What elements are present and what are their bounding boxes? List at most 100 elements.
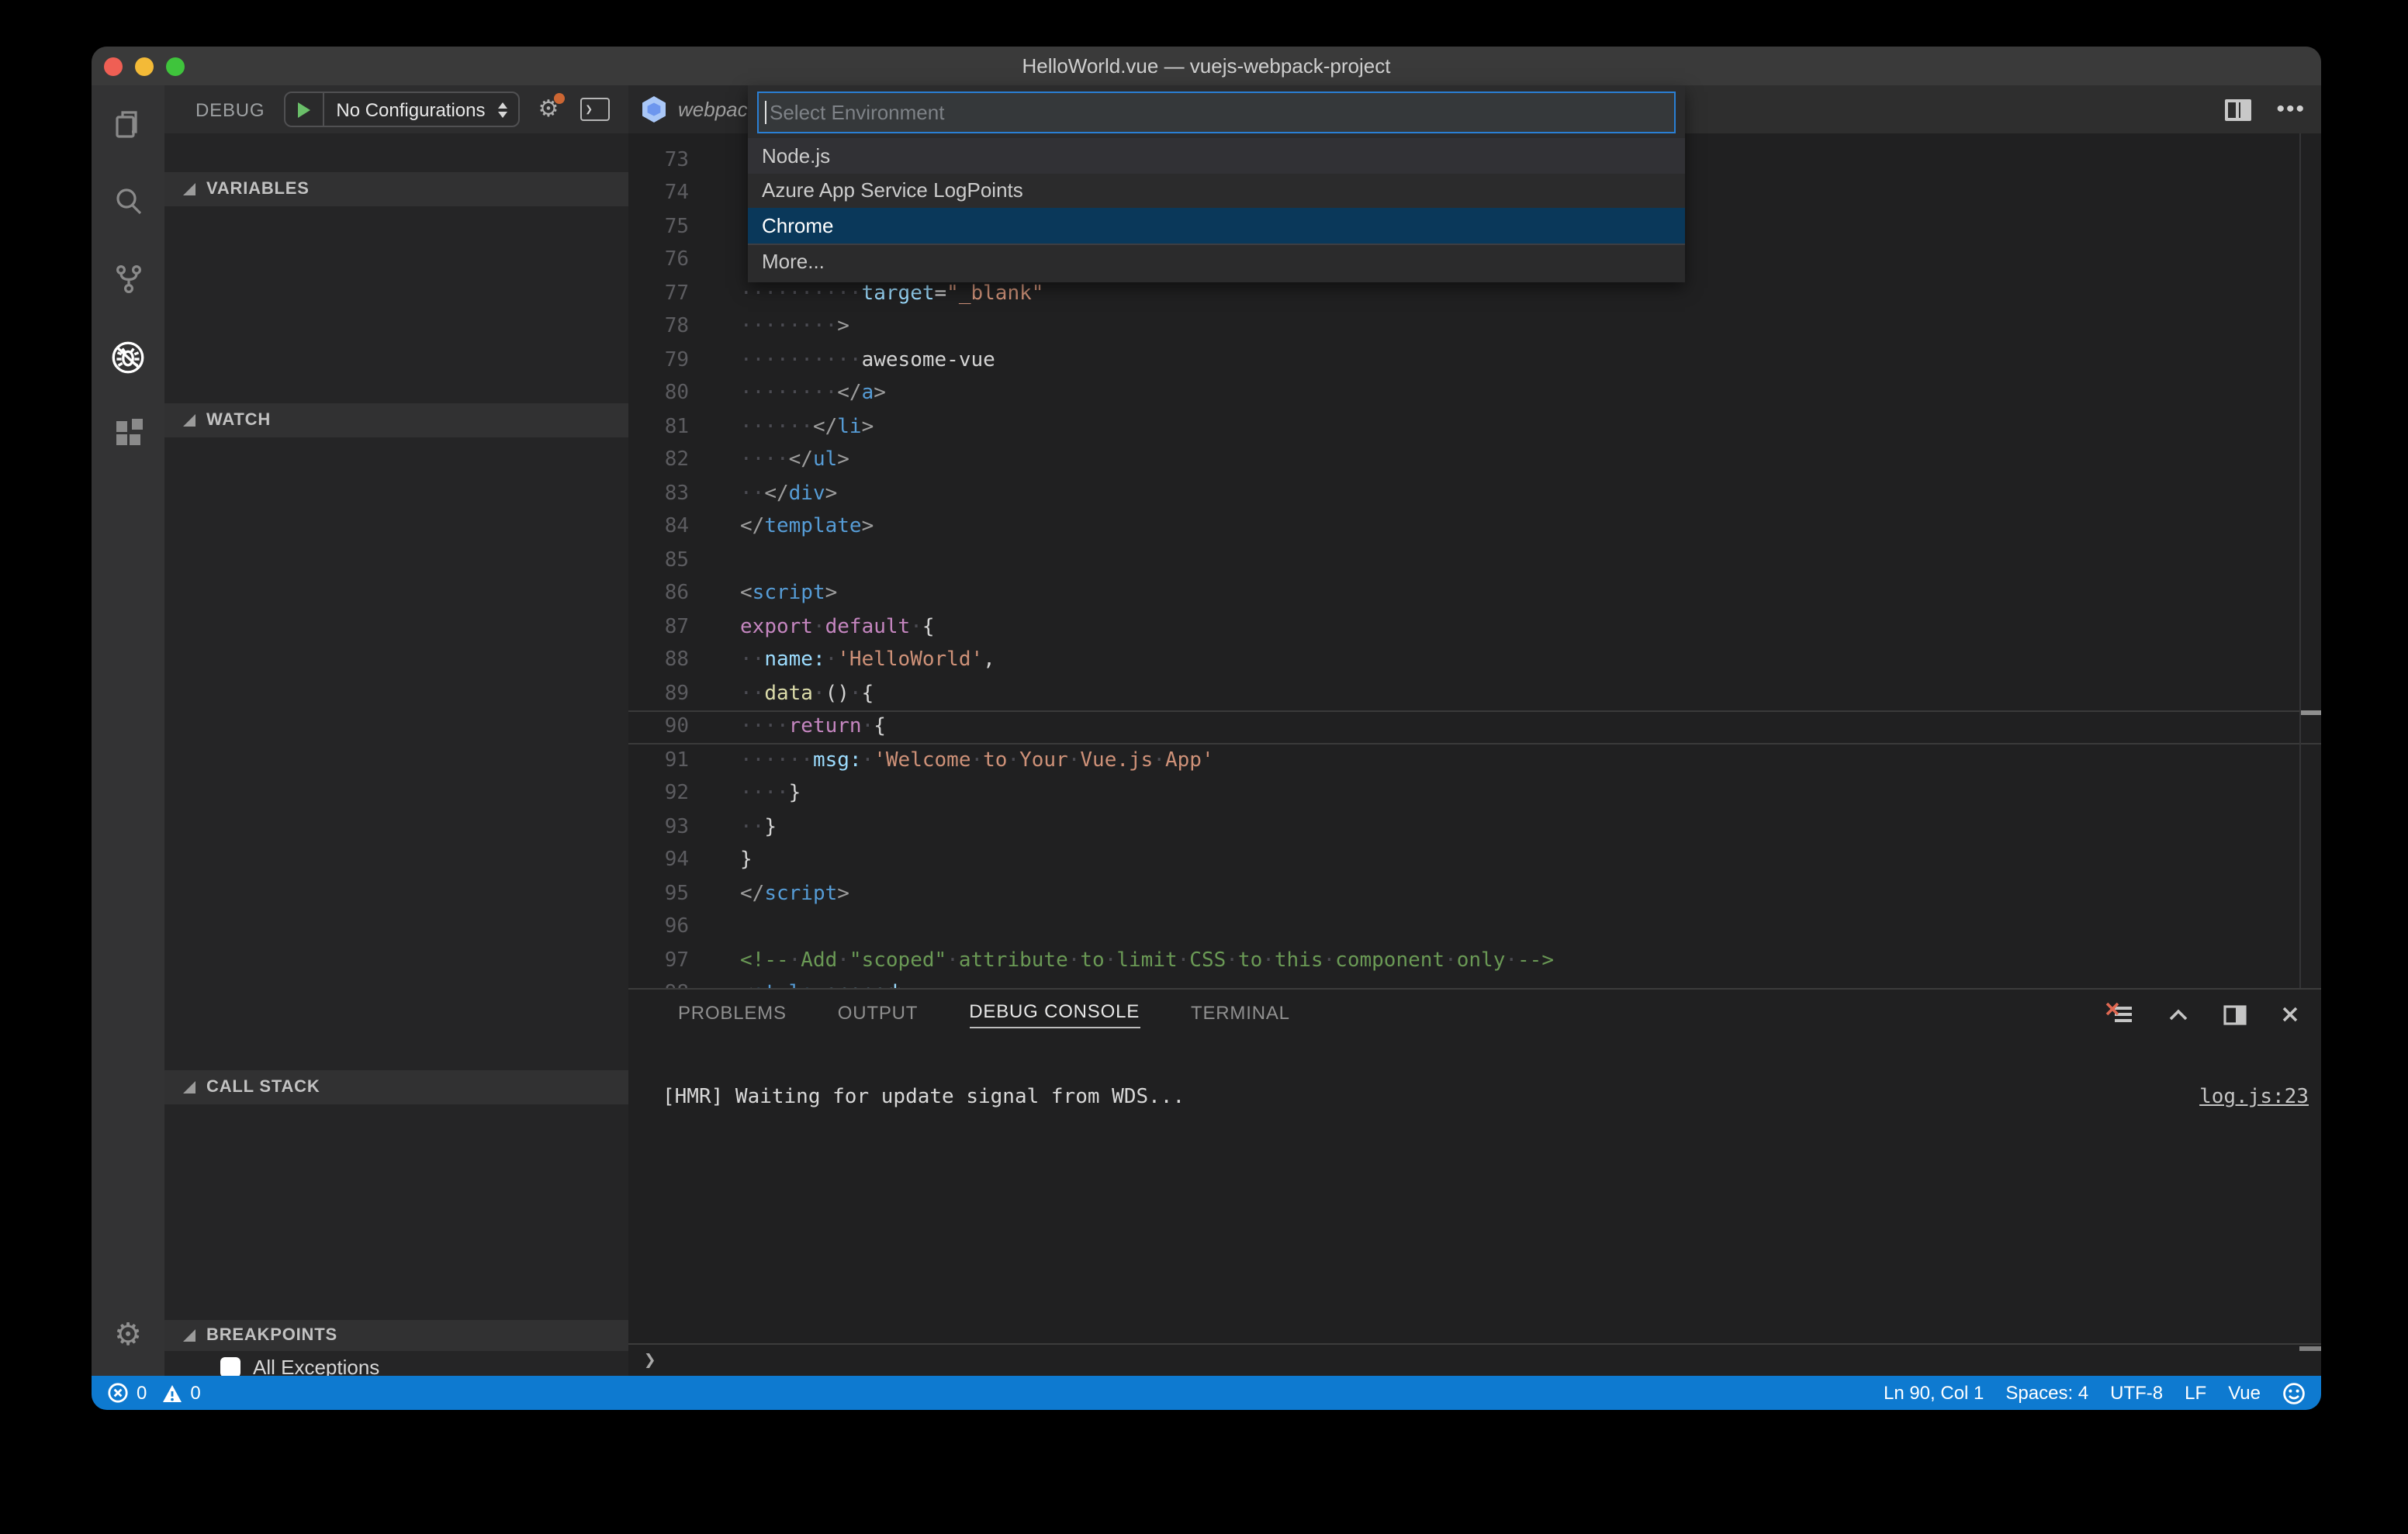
cursor-position[interactable]: Ln 90, Col 1 [1884,1382,1984,1404]
quickpick-item-azure-logpoints[interactable]: Azure App Service LogPoints [748,173,1685,208]
tab-output[interactable]: OUTPUT [838,1001,918,1028]
code-line: 94} [628,844,2321,877]
activity-bar: ⚙ [92,85,164,1376]
line-number: 91 [664,748,689,772]
tab-debug-console[interactable]: DEBUG CONSOLE [969,1000,1140,1028]
line-number: 90 [664,715,689,738]
debug-console-input[interactable]: ❯ [628,1343,2321,1376]
overview-ruler-border [2299,133,2300,988]
code-line: 81 ······</li> [628,410,2321,444]
quickpick-item-more[interactable]: More... [748,243,1685,279]
source-location-link[interactable]: log.js:23 [2199,1086,2309,1109]
line-number: 94 [664,848,689,872]
line-number: 75 [664,215,689,238]
language-mode[interactable]: Vue [2228,1382,2261,1404]
start-debugging-button[interactable] [285,93,324,126]
call-stack-section-header[interactable]: CALL STACK [164,1070,628,1104]
quickpick-placeholder: Select Environment [770,101,945,124]
configuration-dropdown[interactable]: No Configurations [323,98,497,120]
maximize-panel-icon[interactable] [2168,1005,2189,1024]
minimize-window-button[interactable] [135,57,154,75]
feedback-smiley-icon[interactable] [2282,1381,2306,1404]
quickpick-item-chrome[interactable]: Chrome [748,208,1685,243]
panel-scrollbar-thumb[interactable] [2299,1346,2321,1351]
launch-configuration-group: No Configurations [283,92,520,127]
debug-icon[interactable] [92,318,164,396]
line-number: 92 [664,782,689,805]
overview-ruler-cursor-marker [2301,710,2321,715]
close-window-button[interactable] [104,57,123,75]
line-number: 81 [664,415,689,438]
text-cursor [765,101,766,124]
line-number: 96 [664,915,689,938]
line-number: 73 [664,148,689,171]
code-line: 78 ········> [628,310,2321,344]
eol-sequence[interactable]: LF [2185,1382,2206,1404]
more-actions-icon[interactable]: ••• [2276,97,2306,120]
quickpick-item-nodejs[interactable]: Node.js [748,138,1685,173]
select-environment-quickpick: Select Environment Node.js Azure App Ser… [748,85,1685,282]
line-number: 84 [664,515,689,538]
line-number: 72 [628,133,689,143]
line-number: 95 [664,882,689,905]
settings-gear-icon[interactable]: ⚙ [92,1315,164,1354]
clear-console-icon[interactable] [2105,1002,2133,1027]
search-icon[interactable] [92,163,164,240]
quickpick-input[interactable]: Select Environment [757,92,1676,133]
code-line: 89 ··data·()·{ [628,677,2321,710]
code-line: 96 [628,910,2321,944]
editor-actions: ••• [2225,85,2306,133]
close-panel-icon[interactable] [2281,1005,2299,1024]
line-number: 98 [628,977,689,988]
variables-section-header[interactable]: VARIABLES [164,172,628,206]
zoom-window-button[interactable] [166,57,185,75]
explorer-icon[interactable] [92,85,164,163]
panel-layout-icon[interactable] [2223,1004,2247,1024]
window-controls [104,57,185,75]
problems-status[interactable]: 0 0 [107,1382,201,1404]
watch-section-header[interactable]: WATCH [164,403,628,437]
line-number: 76 [664,248,689,271]
line-number: 74 [664,181,689,205]
checkbox-unchecked[interactable] [220,1357,240,1377]
collapse-arrow-icon [183,1081,195,1093]
source-control-icon[interactable] [92,240,164,318]
line-number: 88 [664,648,689,672]
line-number: 85 [664,548,689,572]
console-message: [HMR] Waiting for update signal from WDS… [663,1086,1185,1109]
code-line: 90 ····return·{ [628,710,2321,744]
collapse-arrow-icon [183,183,195,195]
code-line: 79 ··········awesome-vue [628,344,2321,377]
configure-gear-button[interactable]: ⚙ [538,93,566,121]
vscode-window: HelloWorld.vue — vuejs-webpack-project ⚙ [92,47,2321,1410]
debug-title: DEBUG [195,98,265,120]
status-right: Ln 90, Col 1 Spaces: 4 UTF-8 LF Vue [1884,1381,2306,1404]
line-number: 93 [664,815,689,838]
code-line: 84 </template> [628,510,2321,544]
debug-toolbar: DEBUG No Configurations ⚙ ❯ [164,85,628,133]
configuration-spinner-icon[interactable] [497,102,518,117]
line-number: 89 [664,682,689,705]
tab-problems[interactable]: PROBLEMS [678,1001,787,1028]
split-editor-icon[interactable] [2225,98,2252,120]
line-number: 97 [664,948,689,972]
warning-count: 0 [190,1382,201,1404]
debug-console-toggle-button[interactable]: ❯ [580,98,611,121]
bottom-panel: PROBLEMS OUTPUT DEBUG CONSOLE TERMINAL [… [628,988,2321,1376]
code-line: 87 export·default·{ [628,610,2321,644]
code-line: 83 ··</div> [628,477,2321,510]
tab-terminal[interactable]: TERMINAL [1191,1001,1290,1028]
webpack-icon [642,96,666,123]
line-number: 82 [664,448,689,472]
title-bar: HelloWorld.vue — vuejs-webpack-project [92,47,2321,85]
screen: HelloWorld.vue — vuejs-webpack-project ⚙ [0,0,2408,1534]
breakpoints-section-header[interactable]: BREAKPOINTS [164,1320,628,1351]
encoding[interactable]: UTF-8 [2110,1382,2163,1404]
code-line: 86 <script> [628,577,2321,610]
code-line: 98<style·scoped> [628,977,2321,988]
window-title: HelloWorld.vue — vuejs-webpack-project [1022,54,1391,78]
error-icon [108,1383,128,1403]
code-line: 93 ··} [628,810,2321,844]
indentation[interactable]: Spaces: 4 [2005,1382,2088,1404]
extensions-icon[interactable] [92,396,164,473]
